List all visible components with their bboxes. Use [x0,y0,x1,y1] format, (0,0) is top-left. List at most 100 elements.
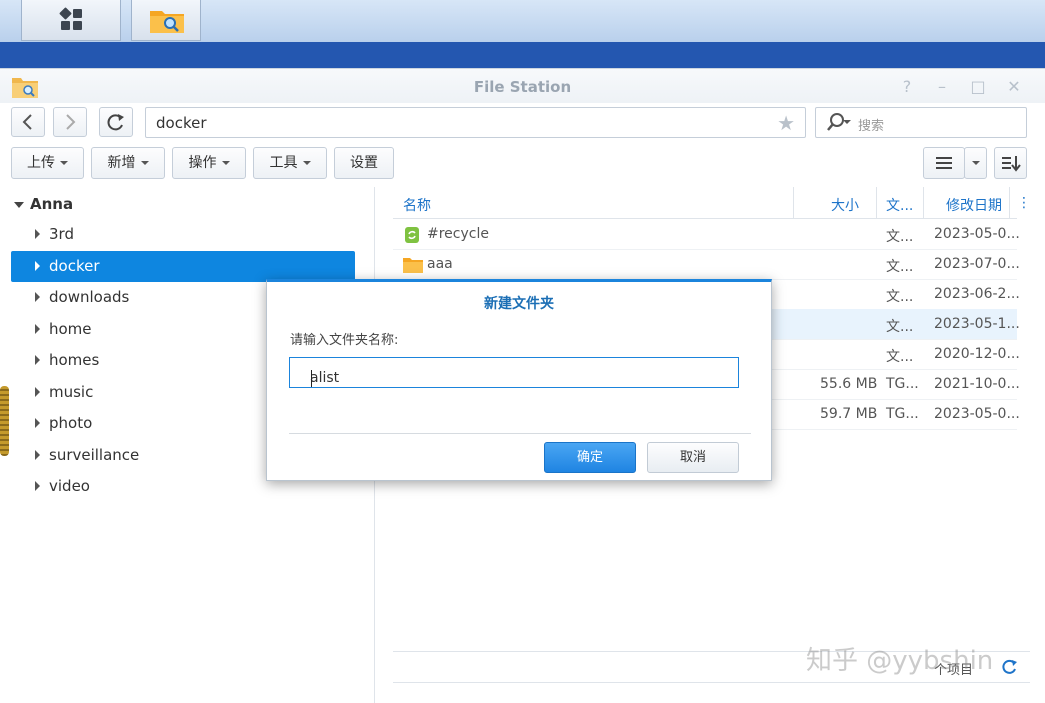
table-row[interactable]: #recycle 文... 2023-05-0... [393,219,1020,250]
view-mode-dropdown[interactable] [964,147,987,179]
collapsed-arrow-icon[interactable] [35,292,40,302]
resize-grip[interactable] [0,386,9,456]
recycle-bin-icon [405,227,419,243]
file-type: 文... [886,229,914,245]
text-cursor [311,370,312,387]
cancel-button[interactable]: 取消 [647,442,739,473]
file-type: 文... [886,349,914,365]
file-name: #recycle [427,226,489,242]
create-button[interactable]: 新增 [91,147,165,179]
file-name: aaa [427,256,453,272]
search-box[interactable]: 搜索 [815,107,1027,138]
action-label: 操作 [188,155,217,171]
search-placeholder: 搜索 [858,119,885,134]
create-label: 新增 [107,155,136,171]
collapsed-arrow-icon[interactable] [35,261,40,271]
tools-button[interactable]: 工具 [253,147,327,179]
table-row[interactable]: aaa 文... 2023-07-0... [393,249,1020,280]
help-icon[interactable]: ? [897,77,917,96]
file-modified: 2023-06-2... [934,286,1020,302]
tree-item-label: downloads [49,288,130,306]
file-type: 文... [886,319,914,335]
refresh-icon[interactable] [1001,658,1019,676]
column-type[interactable]: 文... [886,195,913,215]
sort-button[interactable] [994,147,1027,179]
file-type: TG... [886,376,919,392]
tree-item-label: music [49,383,94,401]
refresh-icon [107,114,124,131]
collapsed-arrow-icon[interactable] [35,355,40,365]
new-folder-dialog: 新建文件夹 请输入文件夹名称: alist 确定 取消 [266,279,772,481]
column-name[interactable]: 名称 [403,195,431,215]
column-menu-icon[interactable]: ⋮ [1017,195,1031,211]
chevron-down-icon [971,161,980,165]
forward-button[interactable] [53,107,87,137]
collapsed-arrow-icon[interactable] [35,481,40,491]
upload-button[interactable]: 上传 [11,147,84,179]
action-button[interactable]: 操作 [172,147,246,179]
column-divider[interactable] [876,187,877,218]
grid-header: 名称 大小 文... 修改日期 ⋮ [393,187,1031,219]
window-title: File Station [473,78,572,96]
file-type: 文... [886,259,914,275]
upload-label: 上传 [27,155,55,171]
collapsed-arrow-icon[interactable] [35,418,40,428]
tools-label: 工具 [269,155,298,171]
column-divider[interactable] [923,187,924,218]
folder-icon [403,258,423,273]
list-view-icon [936,157,952,169]
path-bar[interactable]: docker ★ [145,107,806,138]
file-modified: 2023-05-0... [934,406,1020,422]
back-button[interactable] [11,107,45,137]
file-type: 文... [886,289,914,305]
chevron-left-icon [22,114,32,130]
main-menu-button[interactable] [21,0,121,41]
file-station-taskbar-button[interactable] [131,0,201,41]
sort-icon [1002,156,1021,172]
column-modified[interactable]: 修改日期 [946,195,1002,215]
taskbar [0,0,1045,43]
file-modified: 2023-05-1... [934,316,1020,332]
tree-item-3rd[interactable]: 3rd [11,219,355,250]
tree-item-label: photo [49,414,93,432]
maximize-icon[interactable]: □ [968,77,988,96]
expanded-arrow-icon[interactable] [14,201,24,208]
dialog-prompt: 请输入文件夹名称: [290,333,399,348]
settings-button[interactable]: 设置 [334,147,394,179]
chevron-down-icon [302,161,311,165]
collapsed-arrow-icon[interactable] [35,450,40,460]
close-icon[interactable]: ✕ [1004,77,1024,96]
watermark: 知乎 @yybshin [806,646,994,676]
column-size[interactable]: 大小 [831,195,859,215]
view-mode-button[interactable] [923,147,965,179]
file-modified: 2021-10-0... [934,376,1020,392]
chevron-right-icon [66,114,76,130]
collapsed-arrow-icon[interactable] [35,229,40,239]
collapsed-arrow-icon[interactable] [35,324,40,334]
tree-item-label: home [49,320,92,338]
file-modified: 2023-05-0... [934,226,1020,242]
refresh-button[interactable] [99,107,133,137]
tree-item-docker[interactable]: docker [11,251,355,282]
folder-name-input[interactable]: alist [289,357,739,388]
file-modified: 2023-07-0... [934,256,1020,272]
folder-name-value: alist [310,370,340,386]
tree-item-label: surveillance [49,446,140,464]
chevron-down-icon [221,161,230,165]
settings-label: 设置 [350,155,378,171]
favorite-star-icon[interactable]: ★ [777,111,795,135]
collapsed-arrow-icon[interactable] [35,387,40,397]
column-divider[interactable] [1009,187,1010,218]
confirm-button[interactable]: 确定 [544,442,636,473]
dialog-divider [289,433,751,434]
tree-item-label: docker [49,257,100,275]
search-dropdown-caret[interactable] [843,120,851,124]
minimize-icon[interactable]: – [932,77,952,96]
chevron-down-icon [60,161,68,165]
tree-root-label: Anna [30,195,74,213]
tree-root[interactable]: Anna [14,195,73,213]
column-divider[interactable] [793,187,794,218]
file-modified: 2020-12-0... [934,346,1020,362]
window-titlebar[interactable]: File Station ? – □ ✕ [0,69,1045,103]
tree-item-label: 3rd [49,225,74,243]
